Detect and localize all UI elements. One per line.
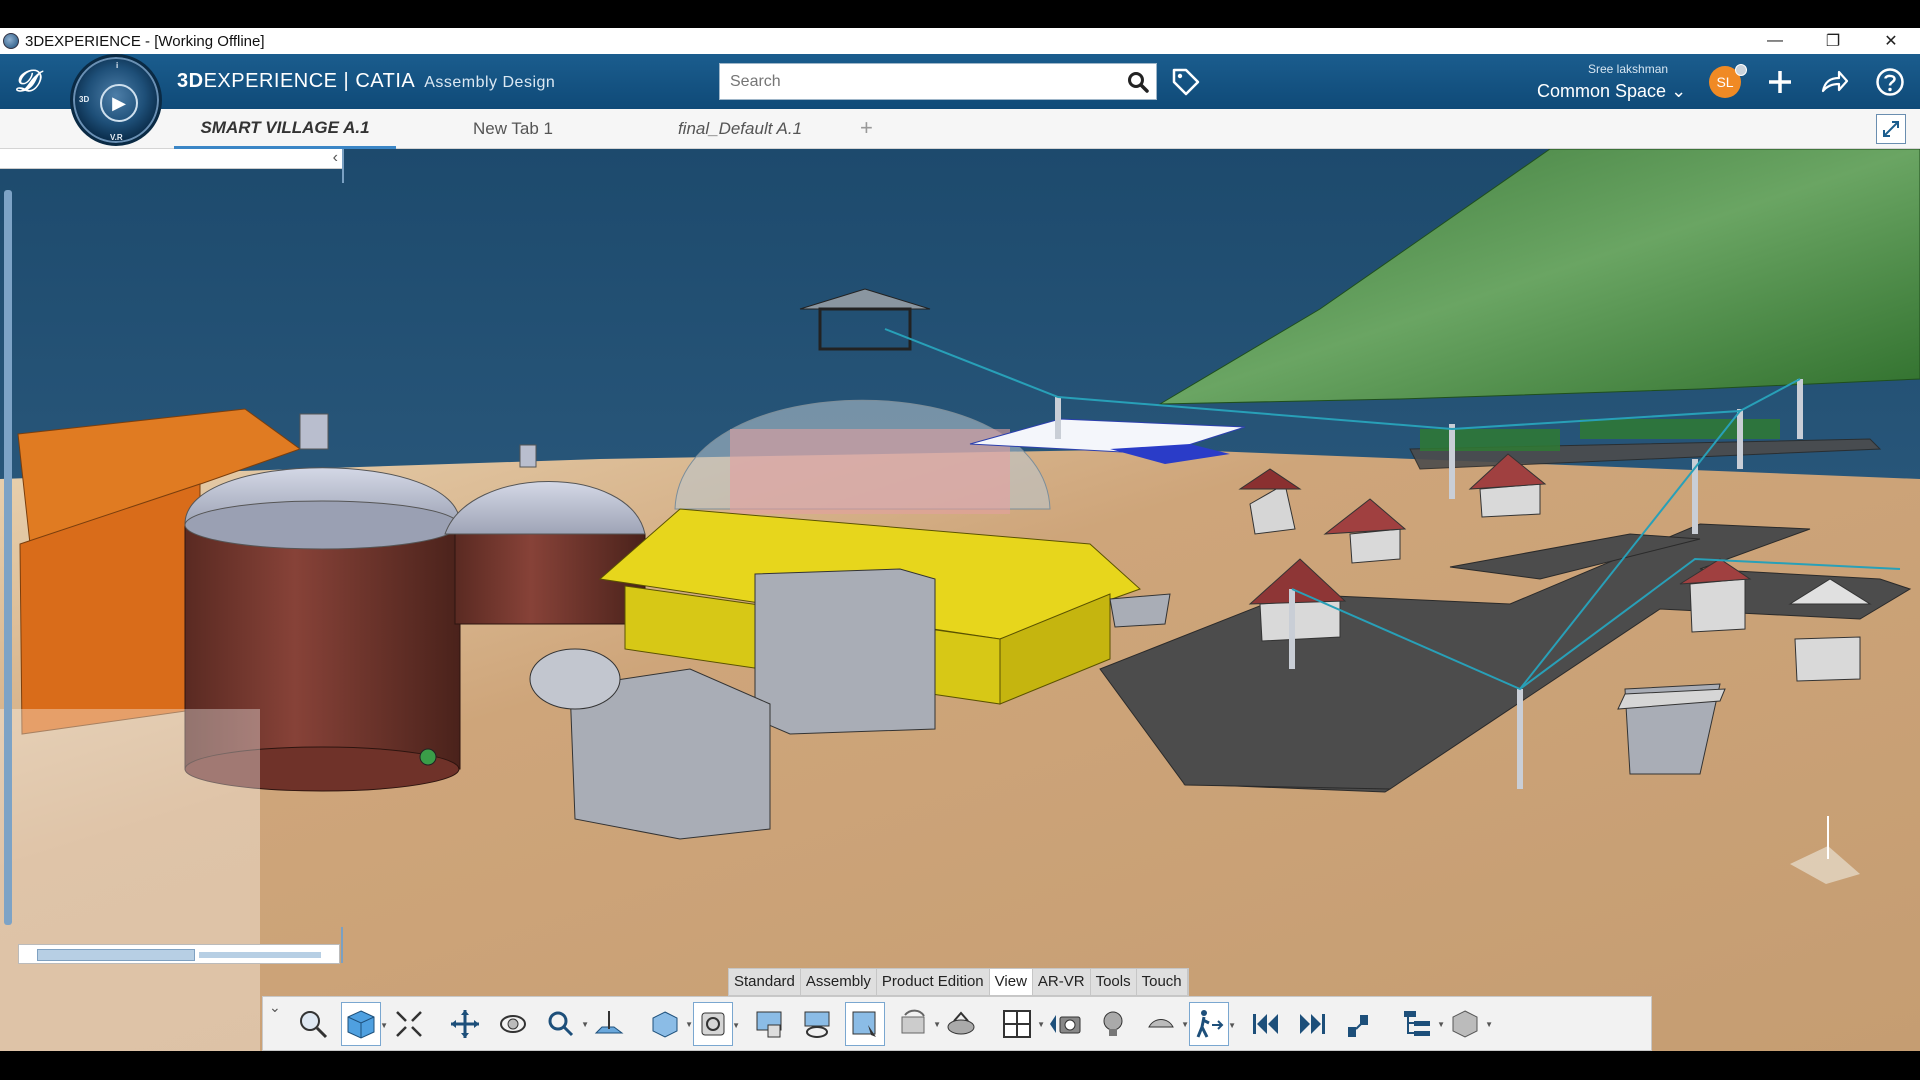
window-title-bar: 3DEXPERIENCE - [Working Offline] — ❐ ✕ xyxy=(0,28,1920,54)
cube-icon[interactable]: ▼ xyxy=(1445,1002,1493,1046)
tab-bar: SMART VILLAGE A.1 New Tab 1 final_Defaul… xyxy=(0,109,1920,149)
section-tab-product-edition[interactable]: Product Edition xyxy=(877,969,990,995)
chevron-down-icon: ⌄ xyxy=(1671,81,1687,101)
section-tab-view[interactable]: View xyxy=(989,969,1033,995)
compass-label-bottom: V.R xyxy=(110,133,123,142)
step-icon[interactable] xyxy=(1341,1002,1381,1046)
rotation-center-icon[interactable]: ▼ xyxy=(893,1002,941,1046)
brand-bold: 3D xyxy=(177,70,204,92)
actionbar-collapse-icon[interactable]: ⌄ xyxy=(269,999,281,1016)
window-controls: — ❐ ✕ xyxy=(1746,28,1920,54)
scroll-thumb[interactable] xyxy=(37,949,195,961)
crop-field xyxy=(1420,429,1560,451)
compass-label-left: 3D xyxy=(79,95,90,104)
action-bar: ⌄ ▼ ▼ ▼ ▼ ▼ ▼ ▼ ▼ ▼ ▼ xyxy=(262,996,1652,1051)
capture-icon[interactable] xyxy=(1045,1002,1085,1046)
section-tab-tools[interactable]: Tools xyxy=(1091,969,1137,995)
section-tab-ar-vr[interactable]: AR-VR xyxy=(1033,969,1091,995)
tree-header-strip: ‹ xyxy=(0,149,344,183)
expand-icon[interactable] xyxy=(1876,114,1906,144)
last-icon[interactable] xyxy=(1293,1002,1333,1046)
avatar[interactable]: SL xyxy=(1709,64,1747,98)
search-icon[interactable] xyxy=(1120,64,1156,100)
share-icon[interactable] xyxy=(1818,66,1850,98)
restore-icon[interactable]: ❐ xyxy=(1804,28,1862,54)
close-icon[interactable]: ✕ xyxy=(1862,28,1920,54)
brand-title: 3DEXPERIENCE | CATIA Assembly Design xyxy=(177,70,555,93)
help-icon[interactable] xyxy=(1874,66,1906,98)
render-style-icon[interactable]: ▼ xyxy=(693,1001,740,1046)
status-dot xyxy=(1735,64,1747,76)
search-input[interactable] xyxy=(720,64,1120,99)
vertical-scrollbar[interactable] xyxy=(4,190,12,925)
play-icon[interactable]: ▶ xyxy=(100,84,138,122)
space-selector[interactable]: Common Space ⌄ xyxy=(1537,81,1686,102)
minimize-icon[interactable]: — xyxy=(1746,28,1804,54)
space-label: Common Space xyxy=(1537,81,1667,101)
compass-widget[interactable]: i 3D V.R ▶ xyxy=(70,54,162,146)
view-cube-icon[interactable]: ▼ xyxy=(341,1001,388,1046)
fit-all-icon[interactable] xyxy=(389,1002,429,1046)
ground-icon[interactable] xyxy=(941,1002,981,1046)
tab-final-default[interactable]: final_Default A.1 xyxy=(660,109,820,149)
crop-field-2 xyxy=(1580,419,1780,439)
multiview-icon[interactable]: ▼ xyxy=(997,1002,1045,1046)
add-icon[interactable] xyxy=(1764,66,1796,98)
3d-viewport[interactable] xyxy=(0,149,1920,1051)
section-tab-assembly[interactable]: Assembly xyxy=(801,969,877,995)
first-icon[interactable] xyxy=(1245,1002,1285,1046)
look-at-icon[interactable] xyxy=(845,1001,885,1046)
normal-view-icon[interactable] xyxy=(589,1002,629,1046)
tree-icon[interactable]: ▼ xyxy=(1397,1002,1445,1046)
compass-label-top: i xyxy=(116,61,119,70)
collapse-tree-icon[interactable]: ‹ xyxy=(333,149,338,167)
hide-show-icon[interactable] xyxy=(749,1002,789,1046)
tree-separator xyxy=(342,149,344,183)
zoom-icon[interactable]: ▼ xyxy=(541,1002,589,1046)
light-icon[interactable] xyxy=(1093,1002,1133,1046)
section-tab-standard[interactable]: Standard xyxy=(729,969,801,995)
app-name: Assembly Design xyxy=(424,74,556,91)
fly-mode-icon[interactable]: ▼ xyxy=(1141,1002,1189,1046)
pan-icon[interactable] xyxy=(445,1002,485,1046)
user-name: Sree lakshman xyxy=(1588,62,1669,76)
avatar-initials: SL xyxy=(1716,74,1734,90)
scroll-track xyxy=(199,952,321,958)
action-bar-sections: Standard Assembly Product Edition View A… xyxy=(728,968,1189,996)
scroll-separator xyxy=(341,927,343,963)
search-box xyxy=(719,63,1157,100)
brand-rest: EXPERIENCE | CATIA xyxy=(203,70,415,92)
tab-smart-village[interactable]: SMART VILLAGE A.1 xyxy=(174,109,396,149)
screen: 3DEXPERIENCE - [Working Offline] — ❐ ✕ 𝒟… xyxy=(0,0,1920,1080)
walk-mode-icon[interactable]: ▼ xyxy=(1189,1001,1236,1046)
zoom-fit-icon[interactable] xyxy=(293,1002,333,1046)
bottom-letterbox xyxy=(0,1051,1920,1080)
horizontal-scrollbar[interactable] xyxy=(18,927,343,964)
tag-icon[interactable] xyxy=(1170,66,1202,98)
app-logo-icon xyxy=(3,33,19,49)
iso-view-icon[interactable]: ▼ xyxy=(645,1002,693,1046)
top-bar: 𝒟 3DEXPERIENCE | CATIA Assembly Design S… xyxy=(0,54,1920,109)
tab-new-tab-1[interactable]: New Tab 1 xyxy=(440,109,586,149)
add-tab-icon[interactable]: + xyxy=(860,115,873,141)
dassault-logo-icon[interactable]: 𝒟 xyxy=(14,64,54,100)
swap-visible-icon[interactable] xyxy=(797,1002,837,1046)
section-tab-touch[interactable]: Touch xyxy=(1137,969,1188,995)
village-scene xyxy=(0,149,1920,1051)
viewport-fade xyxy=(0,709,260,1051)
window-title: 3DEXPERIENCE - [Working Offline] xyxy=(25,32,265,50)
rotate-icon[interactable] xyxy=(493,1002,533,1046)
